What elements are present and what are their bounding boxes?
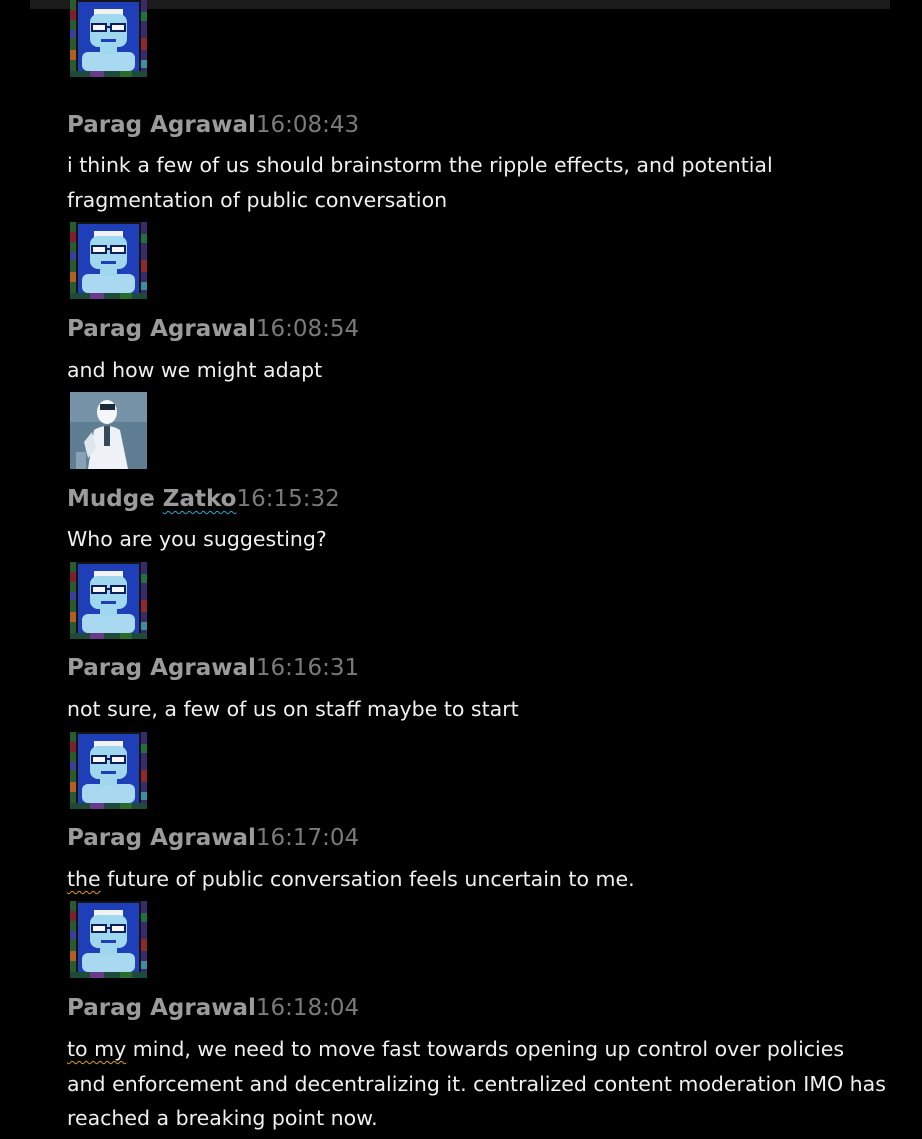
- timestamp: 16:08:43: [255, 112, 360, 138]
- pixel-portrait-avatar-icon: [70, 901, 147, 978]
- message-text: not sure, a few of us on staff maybe to …: [67, 697, 519, 721]
- message-text: and how we might adapt: [67, 358, 323, 382]
- avatar[interactable]: [70, 732, 147, 809]
- message-text: i think a few of us should brainstorm th…: [67, 153, 773, 212]
- timestamp: 16:17:04: [255, 825, 360, 851]
- window-top-edge: [30, 0, 890, 9]
- pixel-portrait-avatar-icon: [70, 562, 147, 639]
- photo-portrait-avatar-icon: [70, 392, 147, 469]
- author-name[interactable]: Parag Agrawal: [67, 316, 256, 342]
- timestamp: 16:15:32: [236, 486, 340, 512]
- message-header: Parag Agrawal16:18:04: [67, 993, 359, 1023]
- author-name[interactable]: Parag Agrawal: [67, 825, 256, 851]
- author-name[interactable]: Mudge Zatko: [67, 486, 236, 512]
- timestamp: 16:08:54: [255, 316, 360, 342]
- spellcheck-underline: the: [67, 867, 101, 891]
- message-header: Parag Agrawal16:08:54: [67, 314, 359, 344]
- author-name[interactable]: Parag Agrawal: [67, 995, 256, 1021]
- avatar[interactable]: [70, 901, 147, 978]
- message-text: to my mind, we need to move fast towards…: [67, 1037, 886, 1130]
- pixel-portrait-avatar-icon: [70, 0, 147, 77]
- message-header: Mudge Zatko16:15:32: [67, 484, 340, 514]
- pixel-portrait-avatar-icon: [70, 222, 147, 299]
- spellcheck-underline: Zatko: [162, 486, 237, 512]
- pixel-portrait-avatar-icon: [70, 732, 147, 809]
- message-text: the future of public conversation feels …: [67, 867, 635, 891]
- author-name[interactable]: Parag Agrawal: [67, 112, 256, 138]
- timestamp: 16:18:04: [255, 995, 360, 1021]
- timestamp: 16:16:31: [255, 655, 360, 681]
- message-header: Parag Agrawal16:08:43: [67, 110, 359, 140]
- avatar[interactable]: [70, 392, 147, 469]
- message-text: Who are you suggesting?: [67, 527, 327, 551]
- avatar[interactable]: [70, 562, 147, 639]
- avatar[interactable]: [70, 222, 147, 299]
- spellcheck-underline: to my: [67, 1037, 127, 1061]
- author-name[interactable]: Parag Agrawal: [67, 655, 256, 681]
- message-header: Parag Agrawal16:17:04: [67, 823, 359, 853]
- message-header: Parag Agrawal16:16:31: [67, 653, 359, 683]
- avatar[interactable]: [70, 0, 147, 77]
